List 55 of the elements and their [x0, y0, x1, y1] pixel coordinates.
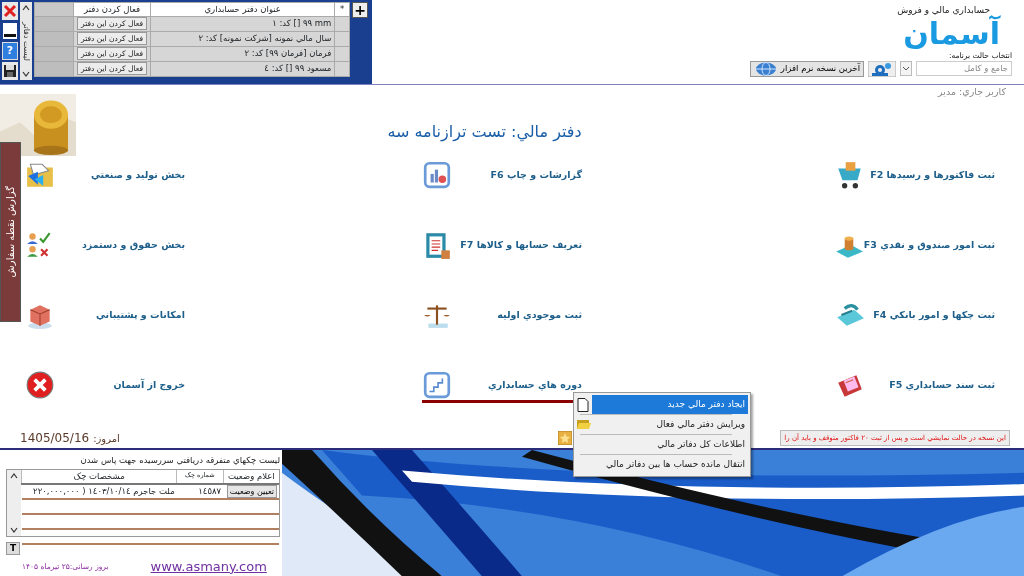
- toggle-button[interactable]: T: [6, 541, 20, 555]
- module-link[interactable]: بخش حقوق و دستمزد: [25, 230, 185, 264]
- side-tab[interactable]: گزارش نقطه سفارش: [0, 142, 21, 322]
- current-user: كاربر جاري: مدير: [936, 84, 1007, 98]
- module-link[interactable]: بخش توليد و صنعتي: [25, 160, 185, 194]
- update-button[interactable]: آخرين نسخه نرم افزار: [749, 60, 864, 77]
- menu-item[interactable]: انتقال مانده حساب ها بين دفاتر مالي: [592, 455, 748, 474]
- app-subtitle: حسابداري مالي و فروش: [897, 4, 990, 15]
- date-value: 1405/05/16: [20, 429, 90, 447]
- menu-item[interactable]: اطلاعات كل دفاتر مالي: [592, 435, 748, 454]
- module-link[interactable]: ثبت امور صندوق و نقدي F3: [835, 230, 995, 264]
- menu-item[interactable]: ويرايش دفتر مالي فعال: [592, 415, 748, 434]
- scroll-down-icon[interactable]: [22, 70, 30, 78]
- date-label: امروز:: [93, 431, 120, 446]
- module-link[interactable]: ثبت چكها و امور بانكي F4: [835, 300, 995, 334]
- close-icon[interactable]: [2, 2, 18, 20]
- table-cell: فرمان [فرمان ٩٩] كد: ٢: [150, 46, 335, 62]
- column-header: فعال كردن دفتر: [73, 2, 151, 17]
- table-cell: mm ٩٩ [] كد: ١: [150, 16, 335, 32]
- page-title: دفتر مالي: تست ترازنامه سه: [386, 120, 583, 142]
- help-button[interactable]: ?: [2, 42, 18, 60]
- website-link[interactable]: www.asmany.com: [150, 556, 267, 576]
- column-header: *: [334, 2, 350, 17]
- module-link[interactable]: خروج از آسمان: [25, 370, 185, 404]
- logo: آسمان: [903, 17, 1000, 50]
- cancel-icon: [25, 370, 55, 401]
- table-cell: مسعود ٩٩ [] كد: ٤: [150, 61, 335, 77]
- table-cell: سال مالي نمونه [شركت نمونه] كد: ٢: [150, 31, 335, 47]
- folder-icon: [577, 418, 591, 430]
- column-header: عنوان دفتر حسابداري: [150, 2, 335, 17]
- table-cell: ١٤٥٨٧: [176, 483, 224, 499]
- module-link[interactable]: تعريف حسابها و كالاها F7: [422, 230, 582, 264]
- module-link[interactable]: امكانات و پشتيباني: [25, 300, 185, 334]
- add-button[interactable]: +: [352, 2, 368, 18]
- dropdown-icon[interactable]: [900, 61, 912, 77]
- globe-icon: [753, 61, 778, 76]
- stairs-icon: [422, 370, 452, 401]
- scroll-down-icon[interactable]: [10, 525, 18, 534]
- module-link[interactable]: ثبت سند حسابداري F5: [835, 370, 995, 404]
- page-icon: [577, 398, 589, 412]
- star-icon[interactable]: [558, 430, 572, 445]
- chart-icon: [422, 160, 452, 191]
- column-header: اعلام وضعيت: [223, 469, 279, 484]
- module-link[interactable]: ثبت فاكتورها و رسيدها F2: [835, 160, 995, 194]
- table-cell: ملت جاجرم ١٤٠٣/١٠/١٤ ( ٢٢٠,٠٠٠,٠٠٠: [21, 483, 177, 499]
- save-icon[interactable]: [2, 62, 18, 80]
- module-link[interactable]: ثبت موجودي اوليه: [422, 300, 582, 334]
- scroll-up-icon[interactable]: [10, 471, 18, 480]
- mode-select[interactable]: جامع و كامل: [916, 61, 1012, 77]
- column-header: مشخصات چک: [21, 469, 177, 484]
- menu-item[interactable]: ايجاد دفتر مالي جديد: [592, 395, 748, 414]
- module-link[interactable]: گزارشات و چاپ F6: [422, 160, 582, 194]
- list-title: ليست چكهاي متفرقه دريافتي سررسيده جهت پاس شدن: [79, 453, 281, 467]
- scroll-up-icon[interactable]: [22, 4, 30, 12]
- minimize-icon[interactable]: [2, 22, 18, 40]
